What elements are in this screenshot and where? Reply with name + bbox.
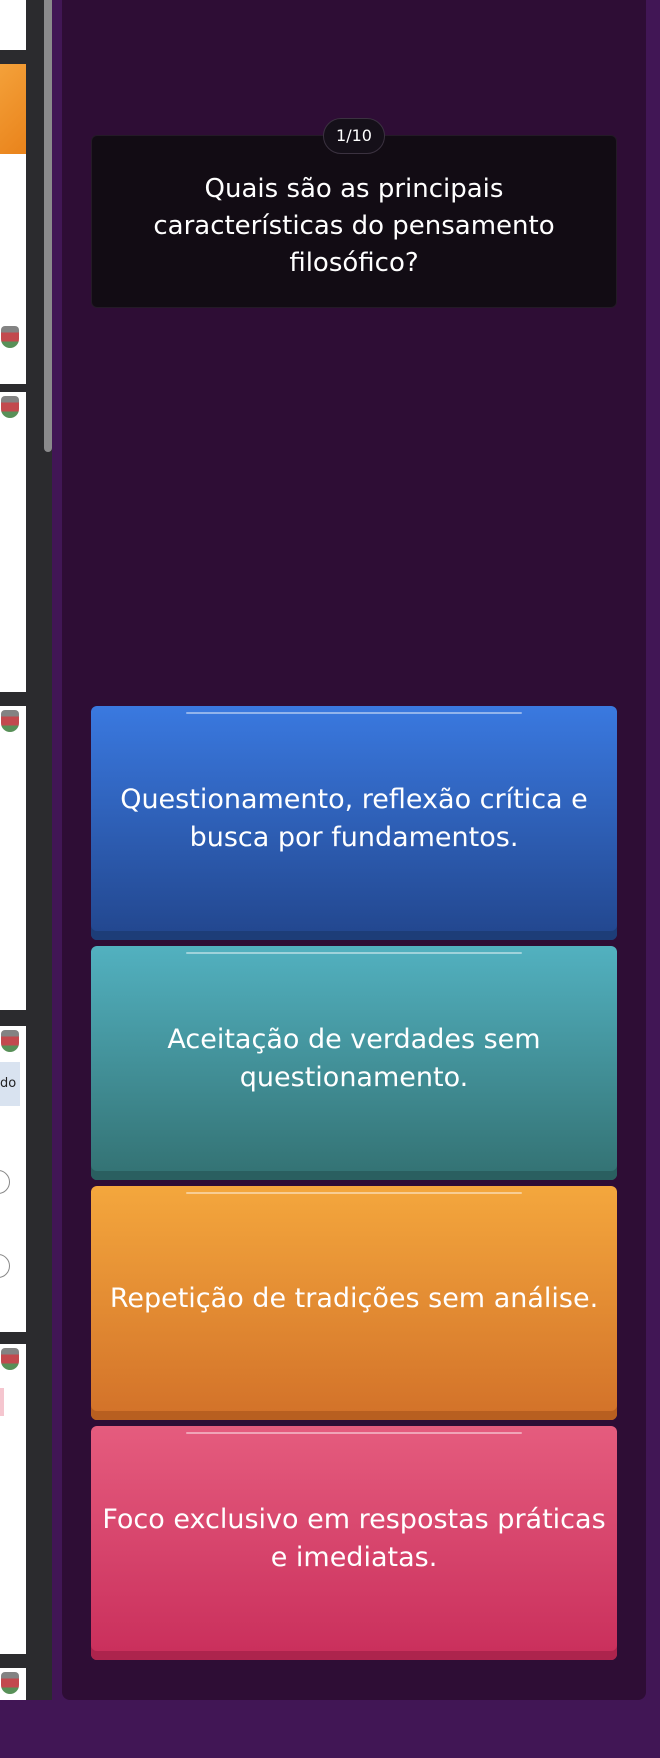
thumbnail-orange-graphic xyxy=(0,64,26,154)
question-card: Quais são as principais características … xyxy=(91,135,617,308)
thumbnail-circle-graphic xyxy=(0,1254,10,1278)
crest-icon xyxy=(1,326,19,348)
answer-option-4[interactable]: Foco exclusivo em respostas práticas e i… xyxy=(91,1426,617,1660)
slide-thumbnail[interactable] xyxy=(0,0,26,50)
bottom-bar xyxy=(0,1700,660,1758)
slide-thumbnail[interactable] xyxy=(0,64,26,384)
crest-icon xyxy=(1,1348,19,1370)
slide-thumbnail[interactable] xyxy=(0,706,26,1010)
answer-option-label: Questionamento, reflexão crítica e busca… xyxy=(120,784,588,853)
thumbnail-partial-text: do xyxy=(0,1062,20,1106)
question-text: Quais são as principais características … xyxy=(153,174,555,278)
slide-thumbnail[interactable] xyxy=(0,1668,26,1700)
slide-thumbnail-strip: do xyxy=(0,0,52,1700)
answer-option-3[interactable]: Repetição de tradições sem análise. xyxy=(91,1186,617,1420)
slide-thumbnail[interactable] xyxy=(0,392,26,692)
crest-icon xyxy=(1,1672,19,1694)
crest-icon xyxy=(1,1030,19,1052)
crest-icon xyxy=(1,396,19,418)
thumbnail-pink-graphic xyxy=(0,1388,4,1416)
slide-thumbnail[interactable] xyxy=(0,1344,26,1654)
answer-option-1[interactable]: Questionamento, reflexão crítica e busca… xyxy=(91,706,617,940)
thumbnail-circle-graphic xyxy=(0,1170,10,1194)
answer-option-2[interactable]: Aceitação de verdades sem questionamento… xyxy=(91,946,617,1180)
answer-option-label: Foco exclusivo em respostas práticas e i… xyxy=(102,1504,606,1573)
question-counter: 1/10 xyxy=(323,118,385,154)
answer-option-label: Aceitação de verdades sem questionamento… xyxy=(167,1024,541,1093)
answer-option-label: Repetição de tradições sem análise. xyxy=(109,1283,599,1314)
crest-icon xyxy=(1,710,19,732)
thumbnail-scrollbar[interactable] xyxy=(44,0,52,452)
slide-thumbnail[interactable]: do xyxy=(0,1026,26,1332)
